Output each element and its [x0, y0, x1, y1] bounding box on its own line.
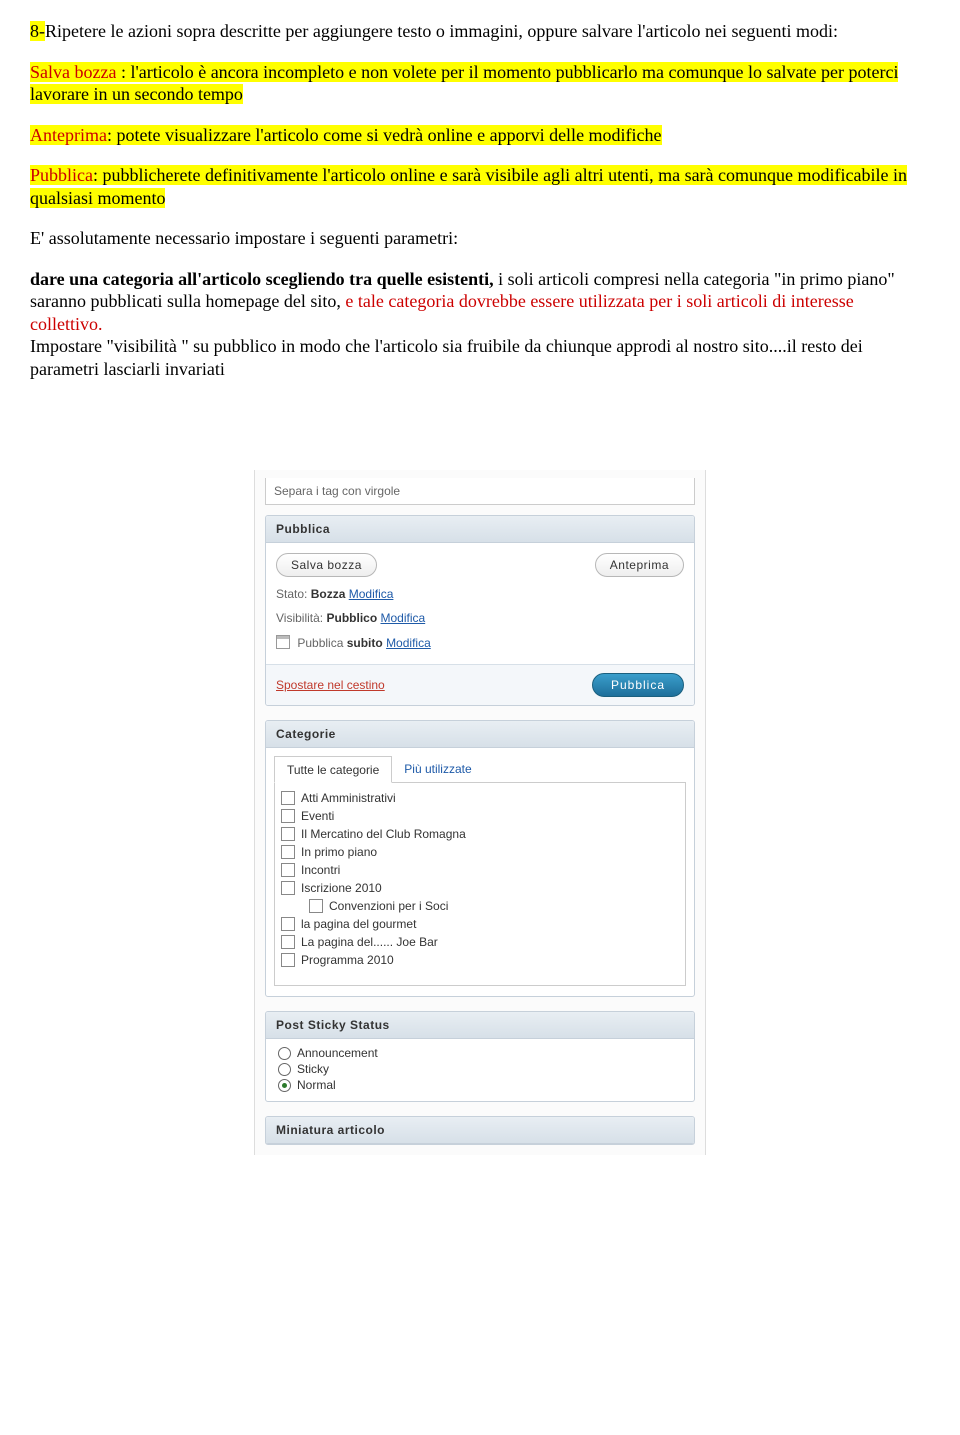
categories-metabox: Categorie Tutte le categorie Più utilizz… [265, 720, 695, 997]
label-salva-bozza: Salva bozza [30, 62, 116, 82]
thumbnail-metabox: Miniatura articolo [265, 1116, 695, 1145]
thumbnail-metabox-title: Miniatura articolo [266, 1117, 694, 1144]
calendar-icon [276, 635, 290, 649]
tab-all-categories[interactable]: Tutte le categorie [274, 756, 392, 783]
preview-paragraph: Anteprima: potete visualizzare l'articol… [30, 124, 930, 147]
save-draft-button[interactable]: Salva bozza [276, 553, 377, 577]
label-pubblica: Pubblica [30, 165, 93, 185]
tab-most-used[interactable]: Più utilizzate [392, 756, 483, 782]
category-item[interactable]: Convenzioni per i Soci [279, 897, 681, 915]
category-label: Convenzioni per i Soci [329, 899, 448, 913]
checkbox-icon[interactable] [281, 809, 295, 823]
step-8-paragraph: 8-Ripetere le azioni sopra descritte per… [30, 20, 930, 43]
visibility-instruction-paragraph: Impostare "visibilità " su pubblico in m… [30, 335, 930, 380]
checkbox-icon[interactable] [281, 863, 295, 877]
mandatory-params-paragraph: E' assolutamente necessario impostare i … [30, 227, 930, 250]
label-anteprima: Anteprima [30, 125, 107, 145]
publish-metabox-title: Pubblica [266, 516, 694, 543]
sticky-option[interactable]: Normal [276, 1077, 684, 1093]
schedule-row: Pubblica subito Modifica [276, 635, 684, 650]
category-item[interactable]: La pagina del...... Joe Bar [279, 933, 681, 951]
category-item[interactable]: Iscrizione 2010 [279, 879, 681, 897]
category-label: Programma 2010 [301, 953, 394, 967]
sticky-option[interactable]: Announcement [276, 1045, 684, 1061]
category-label: Il Mercatino del Club Romagna [301, 827, 466, 841]
category-item[interactable]: la pagina del gourmet [279, 915, 681, 933]
checkbox-icon[interactable] [281, 953, 295, 967]
wordpress-sidebar-screenshot: Separa i tag con virgole Pubblica Salva … [254, 470, 706, 1155]
sticky-option-label: Normal [297, 1078, 336, 1092]
checkbox-icon[interactable] [281, 881, 295, 895]
category-label: Eventi [301, 809, 334, 823]
category-label: La pagina del...... Joe Bar [301, 935, 438, 949]
category-item[interactable]: Incontri [279, 861, 681, 879]
category-label: Atti Amministrativi [301, 791, 396, 805]
schedule-edit-link[interactable]: Modifica [386, 636, 431, 650]
categories-metabox-title: Categorie [266, 721, 694, 748]
category-item[interactable]: Il Mercatino del Club Romagna [279, 825, 681, 843]
category-label: Incontri [301, 863, 340, 877]
radio-icon[interactable] [278, 1047, 291, 1060]
category-instruction-paragraph: dare una categoria all'articolo sceglien… [30, 268, 930, 336]
sticky-option[interactable]: Sticky [276, 1061, 684, 1077]
save-draft-paragraph: Salva bozza : l'articolo è ancora incomp… [30, 61, 930, 106]
category-list[interactable]: Atti Amministrativi Eventi Il Mercatino de… [274, 783, 686, 986]
status-row: Stato: Bozza Modifica [276, 587, 684, 601]
category-label: la pagina del gourmet [301, 917, 416, 931]
publish-metabox: Pubblica Salva bozza Anteprima Stato: Bo… [265, 515, 695, 706]
tag-hint: Separa i tag con virgole [265, 478, 695, 505]
checkbox-icon[interactable] [281, 917, 295, 931]
visibility-row: Visibilità: Pubblico Modifica [276, 611, 684, 625]
sticky-option-label: Sticky [297, 1062, 329, 1076]
radio-icon[interactable] [278, 1063, 291, 1076]
publish-paragraph: Pubblica: pubblicherete definitivamente … [30, 164, 930, 209]
sticky-option-label: Announcement [297, 1046, 378, 1060]
category-label: Iscrizione 2010 [301, 881, 382, 895]
category-item[interactable]: Atti Amministrativi [279, 789, 681, 807]
category-tabs: Tutte le categorie Più utilizzate [274, 756, 686, 783]
visibility-edit-link[interactable]: Modifica [381, 611, 426, 625]
category-label: In primo piano [301, 845, 377, 859]
category-item[interactable]: Eventi [279, 807, 681, 825]
category-item[interactable]: Programma 2010 [279, 951, 681, 969]
sticky-status-title: Post Sticky Status [266, 1012, 694, 1039]
checkbox-icon[interactable] [309, 899, 323, 913]
status-edit-link[interactable]: Modifica [349, 587, 394, 601]
move-to-trash-link[interactable]: Spostare nel cestino [276, 678, 385, 692]
sticky-status-metabox: Post Sticky Status Announcement Sticky Nor… [265, 1011, 695, 1102]
radio-icon[interactable] [278, 1079, 291, 1092]
preview-button[interactable]: Anteprima [595, 553, 684, 577]
checkbox-icon[interactable] [281, 935, 295, 949]
step-number: 8- [30, 21, 45, 41]
category-item[interactable]: In primo piano [279, 843, 681, 861]
checkbox-icon[interactable] [281, 791, 295, 805]
publish-button[interactable]: Pubblica [592, 673, 684, 697]
checkbox-icon[interactable] [281, 845, 295, 859]
checkbox-icon[interactable] [281, 827, 295, 841]
